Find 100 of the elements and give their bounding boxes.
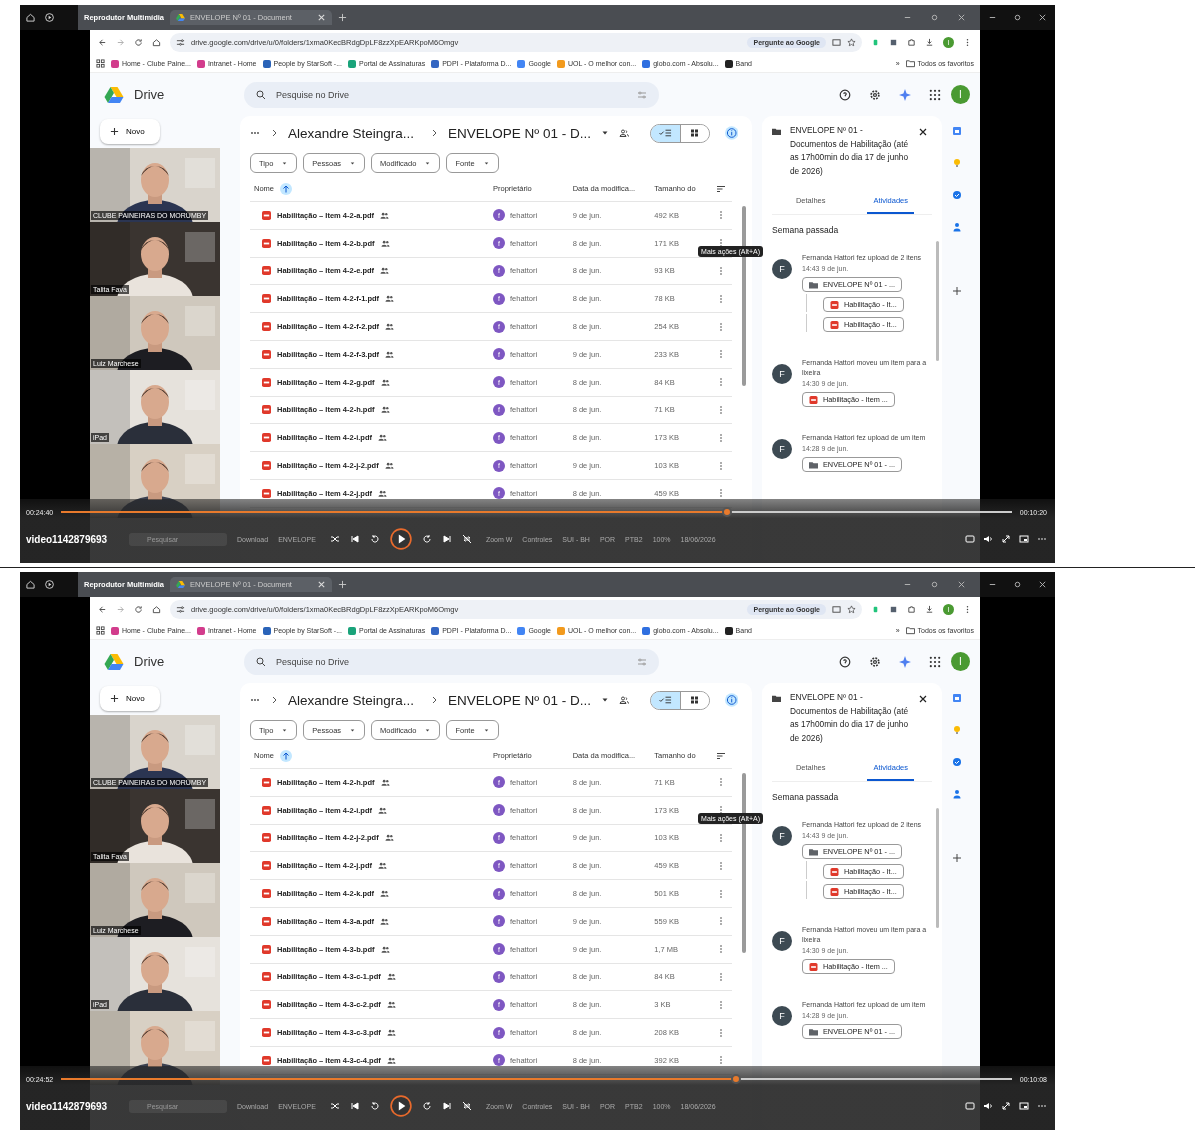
info-icon[interactable] xyxy=(724,693,738,707)
lightbulb-icon[interactable] xyxy=(952,725,962,735)
plus-icon[interactable] xyxy=(952,286,962,296)
sort-arrow-icon[interactable] xyxy=(280,749,292,762)
back-icon[interactable] xyxy=(98,38,107,47)
close-icon[interactable] xyxy=(1038,580,1047,589)
star-icon[interactable] xyxy=(847,38,856,47)
repeat-off-icon[interactable] xyxy=(461,534,472,544)
breadcrumb-item[interactable]: ENVELOPE Nº 01 - D... xyxy=(448,125,592,141)
pdf-file-icon xyxy=(262,944,271,954)
site-settings-icon[interactable] xyxy=(176,605,185,614)
caret-icon xyxy=(424,159,432,167)
close-icon[interactable] xyxy=(918,127,928,137)
new-tab-icon[interactable] xyxy=(338,13,347,22)
search-field[interactable]: Pesquise no Drive xyxy=(244,81,659,108)
previous-icon[interactable] xyxy=(349,534,360,544)
subtitles-icon[interactable] xyxy=(965,534,975,544)
close-icon[interactable] xyxy=(1038,13,1047,22)
breadcrumb-item[interactable]: Alexandre Steingra... xyxy=(288,692,415,708)
fullscreen-icon[interactable] xyxy=(1001,534,1011,544)
view-toggle[interactable] xyxy=(650,690,710,710)
seek-handle[interactable] xyxy=(731,1074,742,1084)
sparkle-icon[interactable] xyxy=(899,88,911,101)
shuffle-icon[interactable] xyxy=(329,1101,340,1111)
rewind-icon[interactable] xyxy=(369,534,380,544)
site-settings-icon[interactable] xyxy=(176,38,185,47)
miniplayer-icon[interactable] xyxy=(1019,1101,1029,1111)
info-icon[interactable] xyxy=(724,126,738,140)
tasks-icon[interactable] xyxy=(952,190,962,200)
maximize-icon[interactable] xyxy=(930,580,939,589)
settings-icon[interactable] xyxy=(869,88,881,101)
breadcrumb-item[interactable]: Alexandre Steingra... xyxy=(288,125,415,141)
fast-forward-icon[interactable] xyxy=(421,534,432,544)
fast-forward-icon[interactable] xyxy=(421,1101,432,1111)
sort-options-icon[interactable] xyxy=(716,183,727,194)
view-toggle[interactable] xyxy=(650,123,710,143)
person-icon[interactable] xyxy=(952,222,962,232)
list-view-button[interactable] xyxy=(651,124,680,142)
new-button[interactable]: Novo xyxy=(100,119,160,144)
sparkle-icon[interactable] xyxy=(899,655,911,668)
person-icon[interactable] xyxy=(952,789,962,799)
close-icon[interactable] xyxy=(918,694,928,704)
star-icon[interactable] xyxy=(847,605,856,614)
new-tab-icon[interactable] xyxy=(338,580,347,589)
previous-icon[interactable] xyxy=(349,1101,360,1111)
volume-icon[interactable] xyxy=(983,534,993,544)
next-icon[interactable] xyxy=(441,534,452,544)
scrollbar[interactable] xyxy=(936,241,939,361)
download-icon[interactable] xyxy=(925,605,934,614)
plus-icon[interactable] xyxy=(952,853,962,863)
tasks-icon[interactable] xyxy=(952,757,962,767)
play-button[interactable] xyxy=(389,528,412,550)
reload-icon[interactable] xyxy=(134,38,143,47)
grid-view-button[interactable] xyxy=(679,691,709,709)
sort-arrow-icon[interactable] xyxy=(280,182,292,195)
apps-icon[interactable] xyxy=(96,59,105,68)
apps-grid-icon[interactable] xyxy=(929,88,941,101)
next-icon[interactable] xyxy=(441,1101,452,1111)
maximize-icon[interactable] xyxy=(1013,13,1022,22)
maximize-icon[interactable] xyxy=(930,13,939,22)
list-view-button[interactable] xyxy=(651,691,680,709)
reload-icon[interactable] xyxy=(134,605,143,614)
profile-avatar[interactable]: I xyxy=(951,85,970,104)
grid-view-button[interactable] xyxy=(679,124,709,142)
lightbulb-icon[interactable] xyxy=(952,158,962,168)
calendar-icon[interactable] xyxy=(952,126,962,136)
shared-people-icon xyxy=(386,1028,396,1038)
download-icon[interactable] xyxy=(925,38,934,47)
maximize-icon[interactable] xyxy=(1013,580,1022,589)
shuffle-icon[interactable] xyxy=(329,534,340,544)
repeat-off-icon[interactable] xyxy=(461,1101,472,1111)
rewind-icon[interactable] xyxy=(369,1101,380,1111)
apps-icon[interactable] xyxy=(96,626,105,635)
search-field[interactable]: Pesquise no Drive xyxy=(244,648,659,675)
play-button[interactable] xyxy=(389,1095,412,1117)
home-icon[interactable] xyxy=(152,38,161,47)
breadcrumb-item[interactable]: ENVELOPE Nº 01 - D... xyxy=(448,692,592,708)
volume-icon[interactable] xyxy=(983,1101,993,1111)
drive-logo[interactable] xyxy=(104,652,124,671)
pdf-file-icon xyxy=(262,889,271,899)
back-icon[interactable] xyxy=(98,605,107,614)
app-title: Drive xyxy=(134,654,166,669)
new-button[interactable]: Novo xyxy=(100,686,160,711)
home-icon[interactable] xyxy=(152,605,161,614)
help-icon[interactable] xyxy=(839,88,851,101)
sort-options-icon[interactable] xyxy=(716,750,727,761)
scrollbar[interactable] xyxy=(936,808,939,928)
cast-icon[interactable] xyxy=(832,38,841,47)
fullscreen-icon[interactable] xyxy=(1001,1101,1011,1111)
drive-logo[interactable] xyxy=(104,85,124,104)
apps-grid-icon[interactable] xyxy=(929,655,941,668)
miniplayer-icon[interactable] xyxy=(1019,534,1029,544)
seek-handle[interactable] xyxy=(721,507,732,517)
cast-icon[interactable] xyxy=(832,605,841,614)
settings-icon[interactable] xyxy=(869,655,881,668)
profile-avatar[interactable]: I xyxy=(951,652,970,671)
subtitles-icon[interactable] xyxy=(965,1101,975,1111)
calendar-icon[interactable] xyxy=(952,693,962,703)
help-icon[interactable] xyxy=(839,655,851,668)
pdf-file-icon xyxy=(262,805,271,815)
